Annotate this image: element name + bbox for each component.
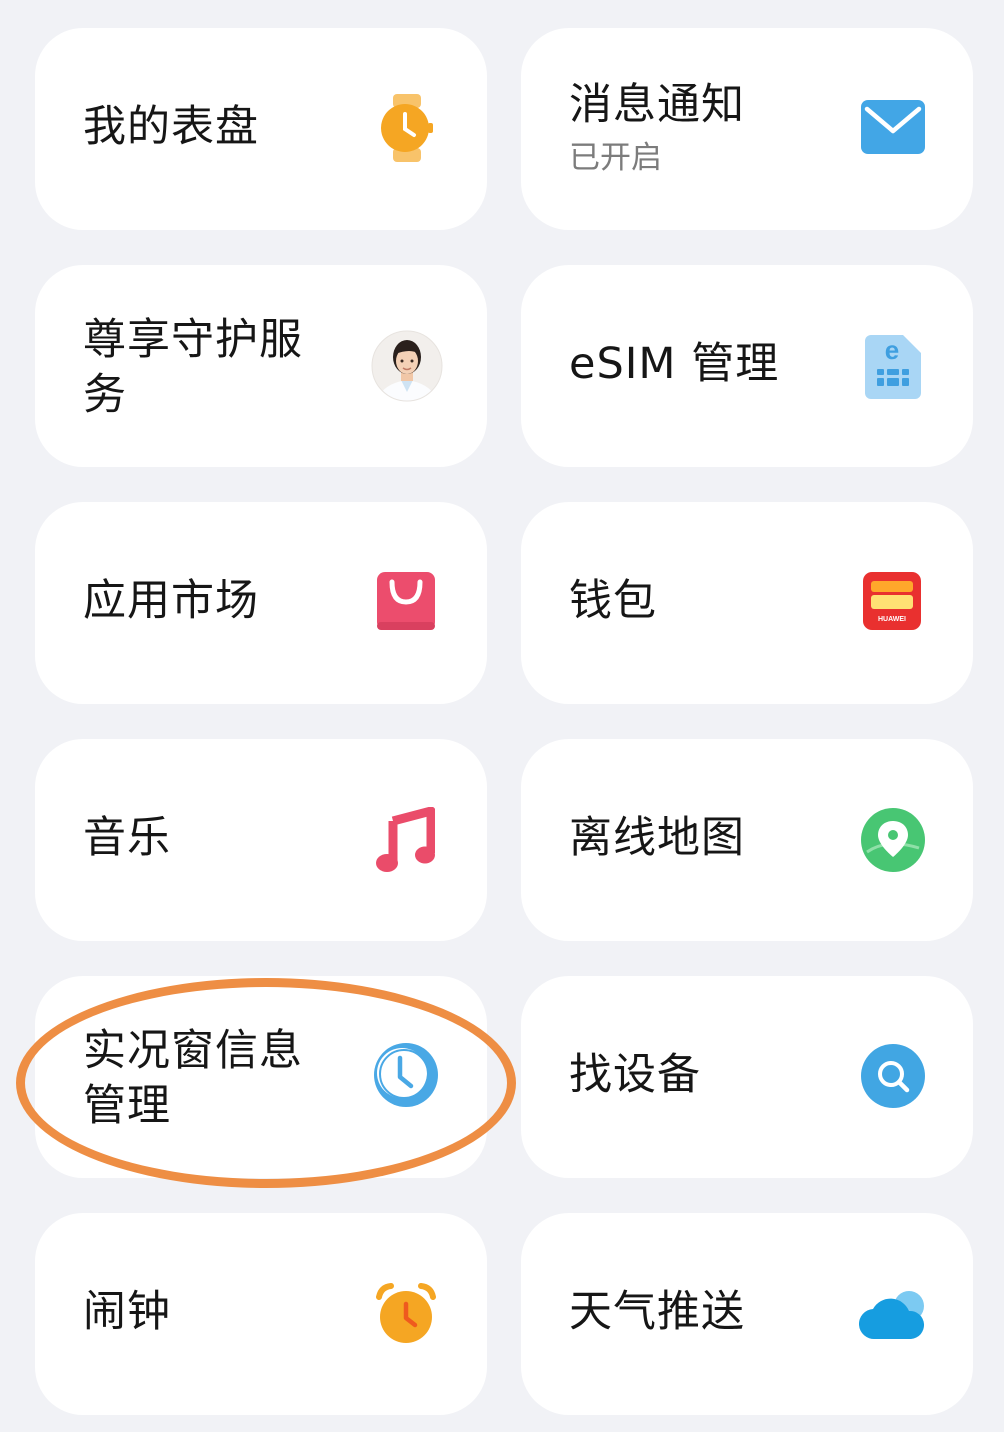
card-find-device[interactable]: 找设备 (521, 976, 973, 1178)
card-label: 尊享守护服务 (83, 315, 303, 420)
card-alarm[interactable]: 闹钟 (35, 1213, 487, 1415)
card-label: 钱包 (569, 576, 657, 626)
search-icon (861, 1044, 925, 1108)
status-text: 已开启 (569, 140, 662, 176)
clock-icon (374, 1043, 438, 1107)
card-label: eSIM 管理 (569, 339, 780, 389)
card-label: 天气推送 (569, 1287, 745, 1337)
doctor-avatar (371, 330, 443, 402)
map-pin-icon (861, 808, 925, 872)
esim-card-icon: e (865, 335, 921, 399)
card-label: 找设备 (569, 1050, 701, 1100)
card-label: 应用市场 (83, 576, 259, 626)
card-app-market[interactable]: 应用市场 (35, 502, 487, 704)
alarm-clock-icon (376, 1283, 436, 1343)
mail-icon (861, 100, 925, 154)
card-live-window[interactable]: 实况窗信息管理 (35, 976, 487, 1178)
card-label: 闹钟 (83, 1287, 171, 1337)
card-music[interactable]: 音乐 (35, 739, 487, 941)
card-label: 音乐 (83, 813, 171, 863)
shopping-bag-icon (377, 572, 435, 630)
watch-icon (381, 94, 433, 162)
card-label: 实况窗信息管理 (83, 1026, 303, 1131)
wallet-brand-text: HUAWEI (878, 616, 906, 623)
svg-text:e: e (885, 335, 899, 365)
card-esim[interactable]: eSIM 管理 e (521, 265, 973, 467)
wallet-icon: HUAWEI (863, 572, 921, 630)
card-weather-push[interactable]: 天气推送 (521, 1213, 973, 1415)
card-label: 消息通知 (569, 80, 745, 130)
card-wallet[interactable]: 钱包 HUAWEI (521, 502, 973, 704)
card-offline-map[interactable]: 离线地图 (521, 739, 973, 941)
music-note-icon (376, 807, 435, 872)
card-label: 离线地图 (569, 813, 745, 863)
card-label: 我的表盘 (83, 102, 259, 152)
card-notifications[interactable]: 消息通知 已开启 (521, 28, 973, 230)
card-guardian-service[interactable]: 尊享守护服务 (35, 265, 487, 467)
cloud-icon (859, 1291, 925, 1340)
card-watch-faces[interactable]: 我的表盘 (35, 28, 487, 230)
